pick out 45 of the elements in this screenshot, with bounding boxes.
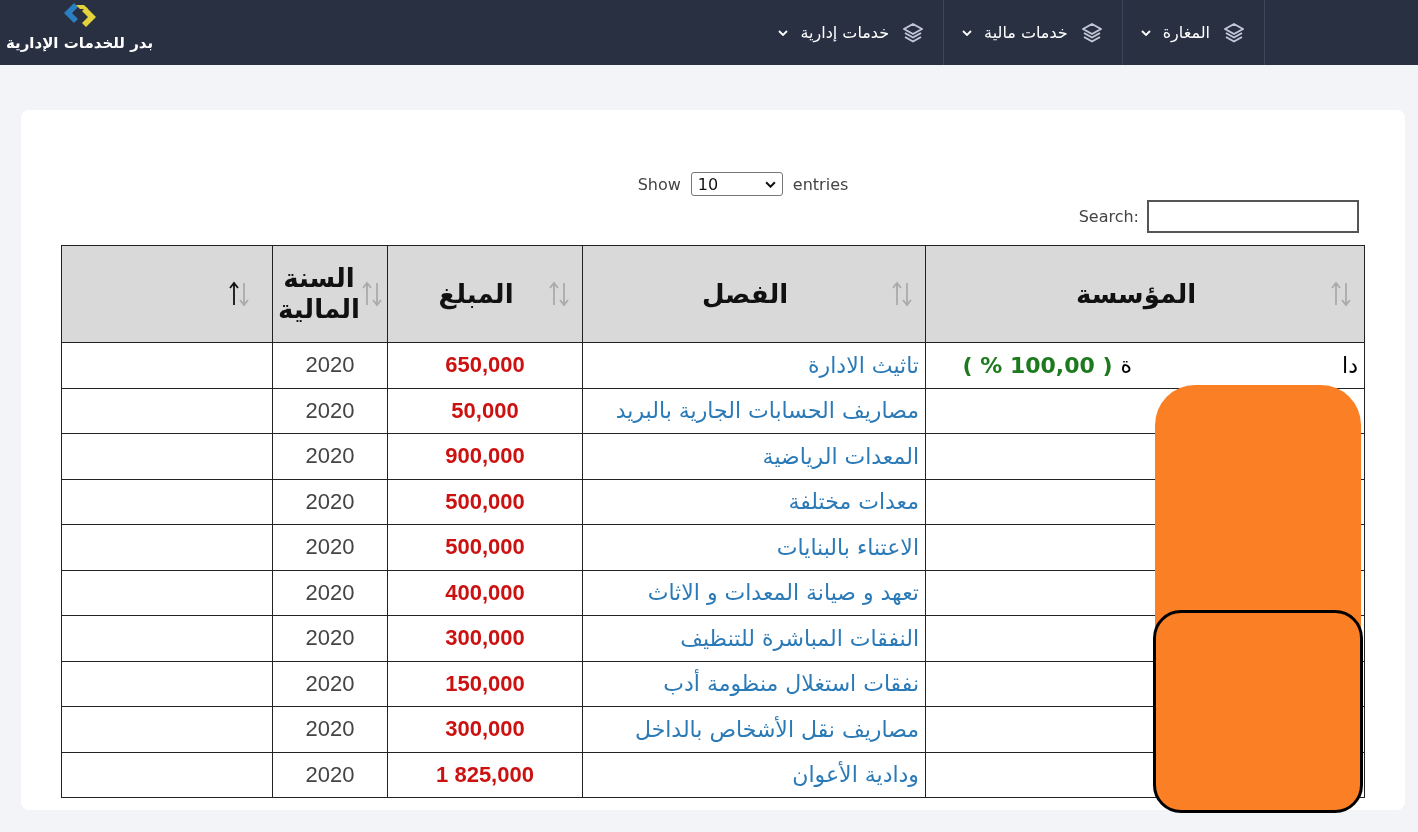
nav-menu-item[interactable]: خدمات مالية: [943, 0, 1122, 65]
year-cell: 2020: [305, 579, 355, 605]
entries-select[interactable]: 10: [690, 172, 783, 196]
chevron-down-icon: [1140, 29, 1151, 36]
search-label: Search:: [1078, 207, 1139, 226]
share-percentage: ( % 100,00 ): [962, 352, 1113, 378]
nav-menu-item[interactable]: خدمات إدارية: [760, 0, 944, 65]
chevron-down-icon: [778, 29, 789, 36]
year-cell: 2020: [305, 761, 355, 787]
table-cell: دا: [1342, 352, 1358, 378]
column-header[interactable]: السنة المالية: [272, 245, 388, 343]
amount-cell: 500,000: [445, 534, 525, 560]
chapter-link[interactable]: تاثيث الادارة: [808, 352, 919, 378]
table-cell: ة: [1120, 352, 1133, 378]
column-header[interactable]: المؤسسة: [925, 245, 1365, 343]
layers-icon: [1079, 20, 1104, 45]
entries-label: entries: [792, 174, 849, 194]
layers-icon: [1222, 20, 1246, 45]
column-header[interactable]: المبلغ: [387, 245, 583, 343]
year-cell: 2020: [305, 716, 355, 742]
amount-cell: 650,000: [445, 352, 525, 378]
year-cell: 2020: [305, 625, 355, 651]
year-cell: 2020: [305, 488, 355, 514]
amount-cell: 500,000: [445, 488, 525, 514]
show-label: Show: [637, 174, 681, 194]
year-cell: 2020: [305, 534, 355, 560]
brand-name: بدر للخدمات الإدارية: [6, 34, 154, 52]
column-header[interactable]: [61, 245, 273, 343]
search-field[interactable]: [1147, 200, 1359, 233]
year-cell: 2020: [305, 443, 355, 469]
column-header[interactable]: الفصل: [582, 245, 926, 343]
amount-cell: 300,000: [445, 716, 525, 742]
amount-cell: 1 825,000: [436, 761, 534, 787]
nav-menu-item[interactable]: المغارة: [1121, 0, 1264, 65]
amount-cell: 900,000: [445, 443, 525, 469]
layers-icon: [901, 20, 926, 45]
year-cell: 2020: [305, 352, 355, 378]
amount-cell: 400,000: [445, 579, 525, 605]
amount-cell: 300,000: [445, 625, 525, 651]
amount-cell: 50,000: [451, 397, 519, 423]
amount-cell: 150,000: [445, 670, 525, 696]
chevron-down-icon: [764, 180, 776, 188]
chevron-down-icon: [962, 29, 973, 36]
year-cell: 2020: [305, 397, 355, 423]
year-cell: 2020: [305, 670, 355, 696]
